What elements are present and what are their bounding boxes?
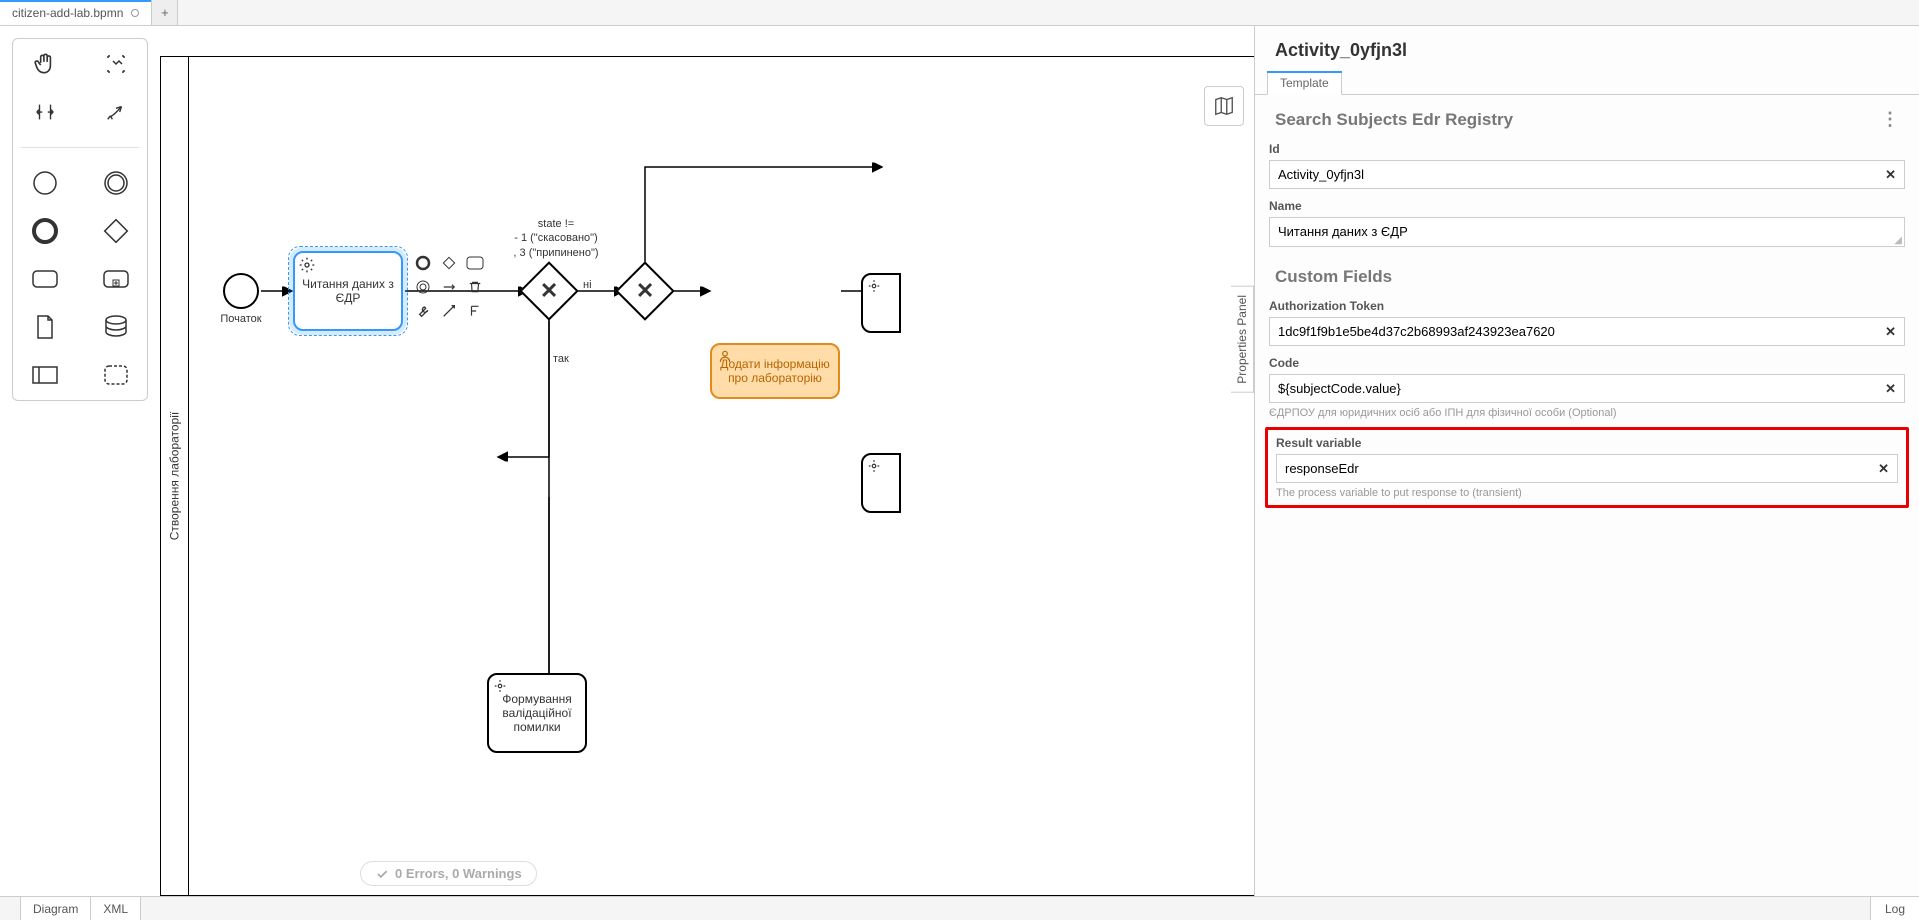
name-label: Name <box>1269 199 1905 213</box>
hand-tool-icon[interactable] <box>30 49 60 79</box>
lasso-tool-icon[interactable] <box>101 49 131 79</box>
pad-event-icon[interactable] <box>413 253 433 273</box>
result-hint: The process variable to put response to … <box>1276 487 1898 499</box>
properties-panel: Activity_0yfjn3l Template Search Subject… <box>1254 26 1919 896</box>
result-label: Result variable <box>1276 436 1898 450</box>
clear-icon[interactable]: ✕ <box>1877 167 1904 183</box>
pad-task-icon[interactable] <box>465 253 485 273</box>
clear-icon[interactable]: ✕ <box>1877 381 1904 397</box>
intermediate-event-icon[interactable] <box>101 168 131 198</box>
gear-icon <box>867 459 881 476</box>
name-input[interactable]: Читання даних з ЄДР <box>1270 218 1894 246</box>
panel-title: Activity_0yfjn3l <box>1255 26 1919 71</box>
task-label: Додати інформацію про лабораторію <box>718 357 832 385</box>
check-icon <box>375 867 389 881</box>
pad-replace-icon[interactable] <box>439 277 459 297</box>
gear-icon <box>493 679 507 696</box>
resize-icon[interactable]: ◢ <box>1894 235 1904 246</box>
clear-icon[interactable]: ✕ <box>1877 324 1904 340</box>
start-event[interactable] <box>223 273 259 309</box>
pad-delete-icon[interactable] <box>465 277 485 297</box>
pad-connect-icon[interactable] <box>439 301 459 321</box>
file-tab[interactable]: citizen-add-lab.bpmn <box>0 0 152 25</box>
id-label: Id <box>1269 142 1905 156</box>
data-object-icon[interactable] <box>30 312 60 342</box>
task-read-edr[interactable]: Читання даних з ЄДР <box>293 251 403 331</box>
tool-palette <box>0 26 160 896</box>
status-pill[interactable]: 0 Errors, 0 Warnings <box>360 861 537 886</box>
task-icon[interactable] <box>30 264 60 294</box>
group-icon[interactable] <box>101 360 131 390</box>
file-tab-label: citizen-add-lab.bpmn <box>12 6 123 20</box>
gateway-icon[interactable] <box>101 216 131 246</box>
participant-icon[interactable] <box>30 360 60 390</box>
code-input[interactable] <box>1270 375 1877 402</box>
pad-wrench-icon[interactable] <box>413 301 433 321</box>
pad-text-icon[interactable] <box>465 301 485 321</box>
tab-log[interactable]: Log <box>1870 897 1919 920</box>
status-text: 0 Errors, 0 Warnings <box>395 866 522 881</box>
clear-icon[interactable]: ✕ <box>1870 461 1897 477</box>
data-store-icon[interactable] <box>101 312 131 342</box>
code-hint: ЄДРПОУ для юридичних осіб або ІПН для фі… <box>1269 407 1905 419</box>
start-event-label: Початок <box>209 313 273 325</box>
edge-yes-label: так <box>553 353 569 365</box>
diagram-canvas[interactable]: Створення лабораторії Початок Читання да… <box>160 26 1254 896</box>
pad-gateway-icon[interactable] <box>439 253 459 273</box>
end-event-icon[interactable] <box>30 216 60 246</box>
task-label: Читання даних з ЄДР <box>301 277 395 305</box>
condition-text: state != - 1 ("скасовано") , 3 ("припине… <box>511 217 601 260</box>
gateway-1[interactable]: ✕ <box>519 261 578 320</box>
task-validation[interactable]: Формування валідаційної помилки <box>487 673 587 753</box>
gear-icon <box>867 279 881 296</box>
subprocess-icon[interactable] <box>101 264 131 294</box>
section-title: Search Subjects Edr Registry <box>1275 110 1513 130</box>
highlight-box: Result variable ✕ The process variable t… <box>1265 427 1909 508</box>
section-title: Custom Fields <box>1275 267 1392 287</box>
auth-label: Authorization Token <box>1269 299 1905 313</box>
properties-toggle-label: Properties Panel <box>1235 295 1249 384</box>
gateway-2[interactable]: ✕ <box>615 261 674 320</box>
partial-task-bottom[interactable] <box>861 453 901 513</box>
auth-input[interactable] <box>1270 318 1877 345</box>
edge-no-label: ні <box>583 279 592 291</box>
space-tool-icon[interactable] <box>30 97 60 127</box>
tab-template[interactable]: Template <box>1267 71 1342 95</box>
minimap-button[interactable] <box>1204 86 1244 126</box>
tab-diagram[interactable]: Diagram <box>20 897 91 920</box>
id-input[interactable] <box>1270 161 1877 188</box>
task-add-lab[interactable]: Додати інформацію про лабораторію <box>710 343 840 399</box>
pad-annotation-icon[interactable] <box>413 277 433 297</box>
code-label: Code <box>1269 356 1905 370</box>
user-icon <box>718 349 732 366</box>
tab-label: Template <box>1280 76 1329 90</box>
add-tab-button[interactable]: + <box>152 0 178 25</box>
connect-tool-icon[interactable] <box>101 97 131 127</box>
tab-label: Diagram <box>33 902 78 916</box>
plus-icon: + <box>161 5 169 20</box>
partial-task-top[interactable] <box>861 273 901 333</box>
gear-icon <box>299 257 315 276</box>
tab-label: XML <box>103 902 128 916</box>
context-pad <box>413 253 487 321</box>
close-icon[interactable] <box>131 9 139 17</box>
lane-label: Створення лабораторії <box>161 57 189 895</box>
tab-label: Log <box>1885 902 1905 916</box>
more-icon[interactable]: ⋮ <box>1881 109 1899 130</box>
properties-panel-toggle[interactable]: Properties Panel <box>1231 286 1254 393</box>
tab-xml[interactable]: XML <box>91 897 141 920</box>
start-event-icon[interactable] <box>30 168 60 198</box>
map-icon <box>1213 95 1235 117</box>
result-input[interactable] <box>1277 455 1870 482</box>
task-label: Формування валідаційної помилки <box>495 692 579 734</box>
